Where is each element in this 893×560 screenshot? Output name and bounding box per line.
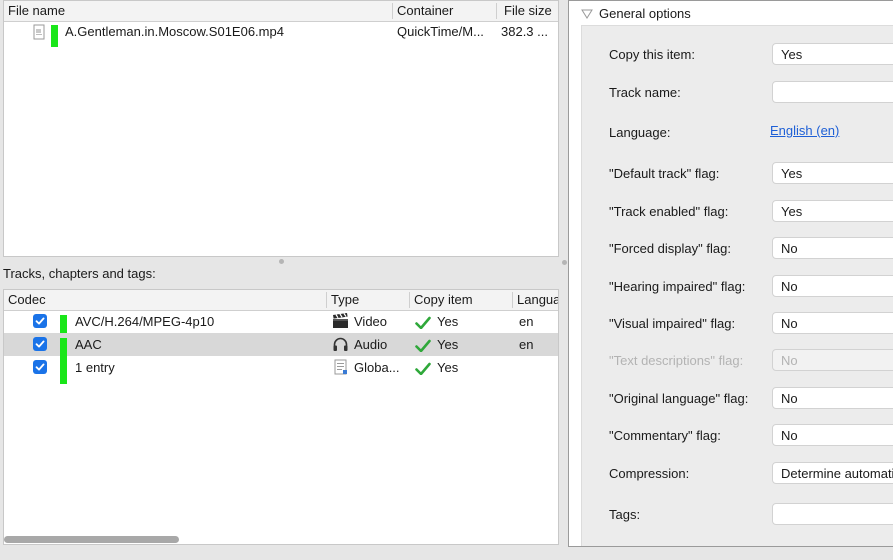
track-copy-item: Yes (437, 314, 459, 329)
track-checkbox[interactable] (33, 314, 47, 328)
file-container: QuickTime/M... (397, 24, 484, 39)
tracks-table[interactable]: Codec Type Copy item Langua AVC/H.264/MP… (3, 289, 559, 545)
vertical-splitter-handle[interactable] (562, 260, 567, 265)
forced-display-label: "Forced display" flag: (609, 241, 731, 256)
files-table-header: File name Container File size (4, 1, 558, 22)
clapper-icon (332, 313, 349, 330)
text-descriptions-label: "Text descriptions" flag: (609, 353, 744, 368)
commentary-label: "Commentary" flag: (609, 428, 721, 443)
track-codec: AVC/H.264/MPEG-4p10 (75, 314, 215, 329)
horizontal-splitter-handle[interactable] (279, 259, 284, 264)
files-table[interactable]: File name Container File size A.Gentlema… (3, 0, 559, 257)
visual-impaired-select[interactable]: No (772, 312, 893, 334)
track-row-audio[interactable]: AAC Audio Yes en (4, 333, 558, 361)
track-checkbox[interactable] (33, 360, 47, 374)
track-enabled-select[interactable]: Yes (772, 200, 893, 222)
track-language: en (519, 314, 534, 329)
checkmark-icon (415, 337, 431, 352)
track-codec: 1 entry (75, 360, 115, 375)
original-language-label: "Original language" flag: (609, 391, 749, 406)
visual-impaired-label: "Visual impaired" flag: (609, 316, 736, 331)
file-row[interactable]: A.Gentleman.in.Moscow.S01E06.mp4 QuickTi… (4, 21, 558, 47)
default-track-label: "Default track" flag: (609, 166, 720, 181)
track-language: en (519, 337, 534, 352)
track-enabled-label: "Track enabled" flag: (609, 204, 729, 219)
column-file-size[interactable]: File size (497, 1, 558, 21)
text-descriptions-select: No (772, 349, 893, 371)
checkmark-icon (415, 314, 431, 329)
window-bottom-edge (0, 547, 893, 560)
document-icon (332, 359, 349, 376)
column-copy-item[interactable]: Copy item (410, 290, 512, 310)
headphones-icon (332, 336, 349, 353)
default-track-select[interactable]: Yes (772, 162, 893, 184)
copy-item-label: Copy this item: (609, 47, 695, 62)
tracks-section-label: Tracks, chapters and tags: (3, 266, 156, 281)
track-row-video[interactable]: AVC/H.264/MPEG-4p10 Video Yes en (4, 310, 558, 338)
tracks-table-header: Codec Type Copy item Langua (4, 290, 558, 311)
column-codec[interactable]: Codec (4, 290, 326, 310)
forced-display-select[interactable]: No (772, 237, 893, 259)
column-type[interactable]: Type (327, 290, 409, 310)
options-panel: General options Copy this item: Yes Trac… (568, 0, 893, 547)
column-language[interactable]: Langua (513, 290, 558, 310)
hearing-impaired-select[interactable]: No (772, 275, 893, 297)
tags-input[interactable] (772, 503, 893, 525)
general-options-header[interactable]: General options (581, 3, 691, 25)
hearing-impaired-label: "Hearing impaired" flag: (609, 279, 746, 294)
track-copy-item: Yes (437, 337, 459, 352)
track-status-indicator (51, 25, 58, 47)
disclosure-triangle-icon[interactable] (581, 4, 593, 26)
track-copy-item: Yes (437, 360, 459, 375)
general-options-title: General options (599, 6, 691, 21)
compression-label: Compression: (609, 466, 690, 481)
copy-item-select[interactable]: Yes (772, 43, 893, 65)
track-checkbox[interactable] (33, 337, 47, 351)
track-type: Audio (354, 337, 388, 352)
track-type: Video (354, 314, 388, 329)
language-label: Language: (609, 125, 671, 140)
language-link[interactable]: English (en) (770, 123, 839, 138)
horizontal-scrollbar[interactable] (4, 536, 179, 543)
column-file-name[interactable]: File name (4, 1, 392, 21)
commentary-select[interactable]: No (772, 424, 893, 446)
track-codec: AAC (75, 337, 102, 352)
file-name: A.Gentleman.in.Moscow.S01E06.mp4 (65, 24, 284, 39)
column-container[interactable]: Container (393, 1, 496, 21)
file-size: 382.3 ... (501, 24, 548, 39)
compression-select[interactable]: Determine automatically (772, 462, 893, 484)
track-status-indicator (60, 361, 67, 384)
track-type: Globa... (354, 360, 400, 375)
file-icon (32, 24, 46, 40)
track-name-input[interactable] (772, 81, 893, 103)
general-options-group: Copy this item: Yes Track name: Language… (581, 25, 893, 546)
original-language-select[interactable]: No (772, 387, 893, 409)
track-row-tags[interactable]: 1 entry Globa... Yes (4, 356, 558, 384)
checkmark-icon (415, 360, 431, 375)
track-name-label: Track name: (609, 85, 681, 100)
tags-label: Tags: (609, 507, 641, 522)
